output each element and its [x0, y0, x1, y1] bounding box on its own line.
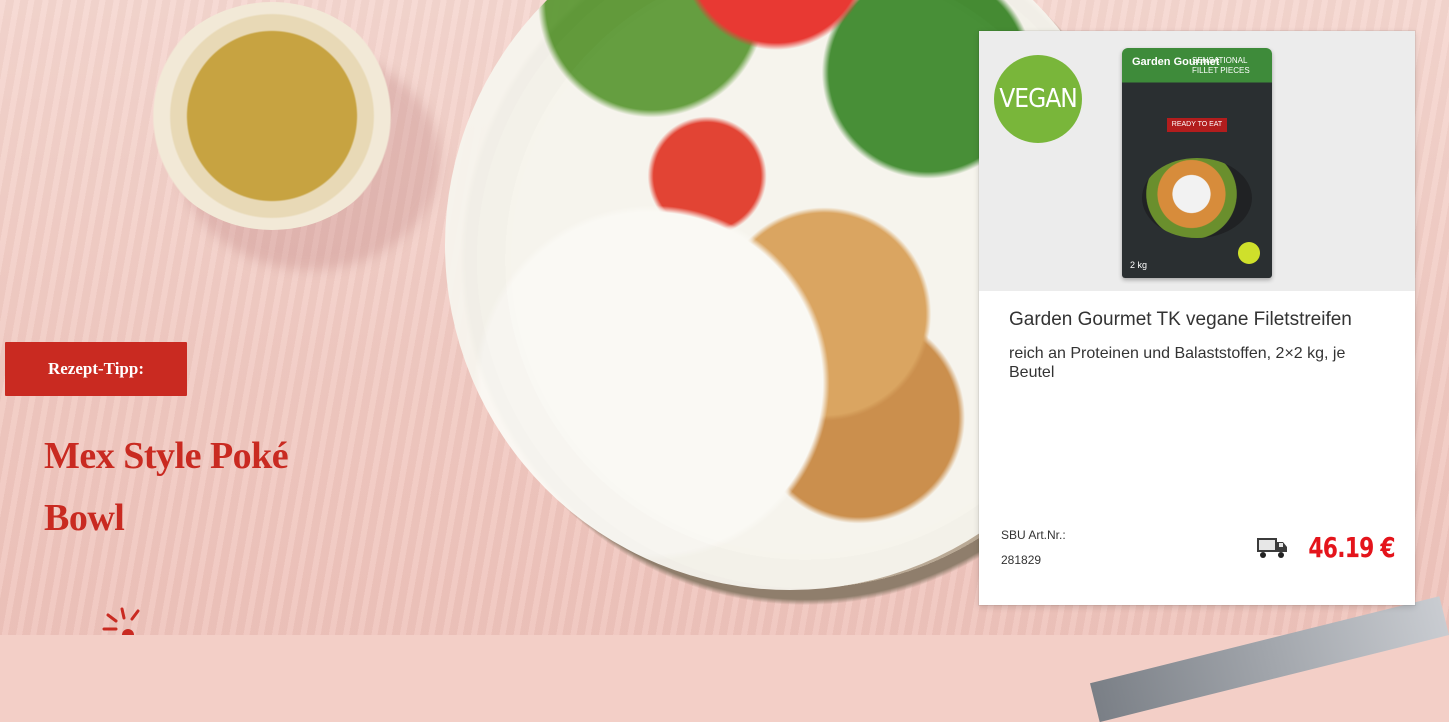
- article-number: 281829: [1001, 553, 1042, 567]
- vegan-badge: VEGAN: [994, 55, 1082, 143]
- package-ready-badge: READY TO EAT: [1167, 118, 1227, 132]
- product-package-image[interactable]: Garden Gourmet SENSATIONAL FILLET PIECES…: [1122, 48, 1272, 278]
- fork-image: [1090, 596, 1449, 722]
- v-label-icon: [1238, 242, 1260, 264]
- package-food-photo: [1142, 158, 1252, 238]
- product-image-area: VEGAN Garden Gourmet SENSATIONAL FILLET …: [979, 31, 1415, 291]
- recipe-title[interactable]: Mex Style Poké Bowl: [44, 425, 374, 549]
- article-number-label: SBU Art.Nr.:: [1001, 528, 1066, 542]
- product-price: 46.19 €: [1308, 531, 1396, 564]
- product-description: reich an Proteinen und Balaststoffen, 2×…: [1009, 345, 1346, 381]
- recipe-tip-tag: Rezept-Tipp:: [5, 342, 187, 396]
- package-title: SENSATIONAL FILLET PIECES: [1192, 56, 1250, 75]
- sauce-bowl-image: [148, 2, 396, 230]
- package-weight: 2 kg: [1130, 260, 1148, 270]
- product-card[interactable]: VEGAN Garden Gourmet SENSATIONAL FILLET …: [979, 31, 1415, 605]
- spark-icon: [102, 607, 140, 635]
- delivery-truck-icon: [1257, 538, 1287, 558]
- product-name[interactable]: Garden Gourmet TK vegane Filetstreifen: [1009, 309, 1399, 331]
